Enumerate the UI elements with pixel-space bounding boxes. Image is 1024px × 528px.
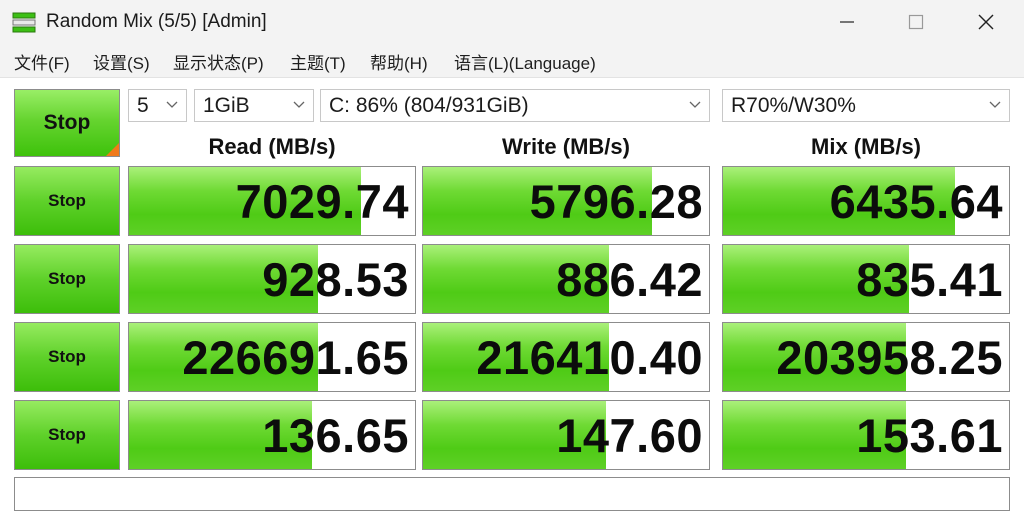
- chevron-down-icon: [166, 101, 178, 108]
- app-icon: [12, 12, 36, 33]
- mix-ratio-value: R70%/W30%: [731, 94, 856, 117]
- menu-theme[interactable]: 主题(T): [290, 49, 346, 74]
- row-stop-button[interactable]: Stop: [14, 400, 120, 470]
- write-value: 147.60: [556, 409, 703, 462]
- write-header: Write (MB/s): [502, 134, 630, 159]
- write-result-cell: 147.60: [422, 400, 710, 470]
- read-result-cell: 226691.65: [128, 322, 416, 392]
- mix-value: 6435.64: [829, 175, 1003, 228]
- write-result-cell: 5796.28: [422, 166, 710, 236]
- drive-value: C: 86% (804/931GiB): [329, 94, 529, 117]
- row-stop-label: Stop: [48, 269, 86, 288]
- close-icon: [978, 14, 994, 30]
- minimize-icon: [840, 21, 854, 23]
- menu-bar: 文件(F) 设置(S) 显示状态(P) 主题(T) 帮助(H) 语言(L)(La…: [0, 44, 1024, 76]
- test-count-select[interactable]: 5: [128, 89, 187, 122]
- chevron-down-icon: [989, 101, 1001, 108]
- read-value: 226691.65: [182, 331, 409, 384]
- row-stop-label: Stop: [48, 191, 86, 210]
- test-count-value: 5: [137, 94, 149, 117]
- menu-settings[interactable]: 设置(S): [93, 49, 150, 74]
- window-title: Random Mix (5/5) [Admin]: [46, 11, 267, 32]
- mix-header: Mix (MB/s): [811, 134, 921, 159]
- row-stop-label: Stop: [48, 425, 86, 444]
- write-value: 216410.40: [476, 331, 703, 384]
- chevron-down-icon: [689, 101, 701, 108]
- close-button[interactable]: [953, 0, 1019, 44]
- write-value: 886.42: [556, 253, 703, 306]
- mix-value: 153.61: [856, 409, 1003, 462]
- row-stop-button[interactable]: Stop: [14, 244, 120, 314]
- stop-all-label: Stop: [43, 111, 91, 134]
- maximize-button[interactable]: [883, 0, 949, 44]
- stop-all-button[interactable]: Stop: [14, 89, 120, 157]
- write-result-cell: 216410.40: [422, 322, 710, 392]
- read-result-cell: 928.53: [128, 244, 416, 314]
- menu-view[interactable]: 显示状态(P): [173, 49, 264, 74]
- row-stop-button[interactable]: Stop: [14, 322, 120, 392]
- read-value: 136.65: [262, 409, 409, 462]
- menu-help[interactable]: 帮助(H): [370, 49, 428, 74]
- mix-result-cell: 6435.64: [722, 166, 1010, 236]
- title-bar: Random Mix (5/5) [Admin]: [0, 0, 1024, 44]
- test-size-value: 1GiB: [203, 94, 250, 117]
- read-result-cell: 136.65: [128, 400, 416, 470]
- corner-marker: [106, 143, 119, 156]
- test-size-select[interactable]: 1GiB: [194, 89, 314, 122]
- menu-language[interactable]: 语言(L)(Language): [454, 49, 596, 74]
- mix-ratio-select[interactable]: R70%/W30%: [722, 89, 1010, 122]
- comment-field[interactable]: [14, 477, 1010, 511]
- maximize-icon: [908, 14, 924, 30]
- chevron-down-icon: [293, 101, 305, 108]
- read-value: 7029.74: [235, 175, 409, 228]
- read-header: Read (MB/s): [208, 134, 336, 159]
- mix-value: 835.41: [856, 253, 1003, 306]
- mix-value: 203958.25: [776, 331, 1003, 384]
- drive-select[interactable]: C: 86% (804/931GiB): [320, 89, 710, 122]
- read-value: 928.53: [262, 253, 409, 306]
- read-result-cell: 7029.74: [128, 166, 416, 236]
- row-stop-label: Stop: [48, 347, 86, 366]
- mix-result-cell: 203958.25: [722, 322, 1010, 392]
- write-value: 5796.28: [529, 175, 703, 228]
- menu-file[interactable]: 文件(F): [14, 49, 70, 74]
- mix-result-cell: 835.41: [722, 244, 1010, 314]
- mix-result-cell: 153.61: [722, 400, 1010, 470]
- write-result-cell: 886.42: [422, 244, 710, 314]
- row-stop-button[interactable]: Stop: [14, 166, 120, 236]
- minimize-button[interactable]: [814, 0, 880, 44]
